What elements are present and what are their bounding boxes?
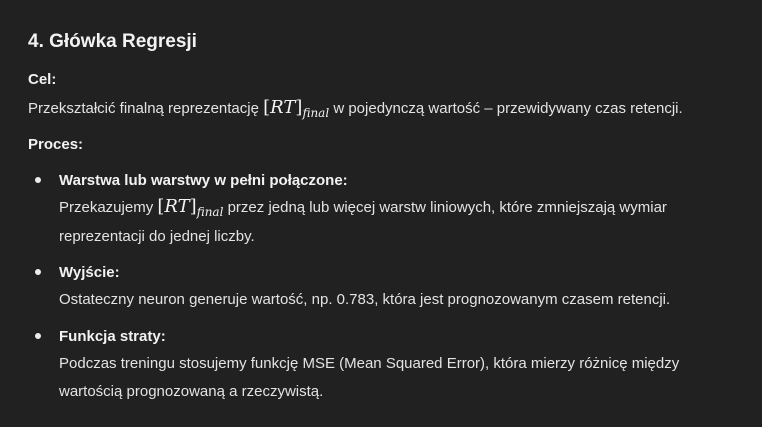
bullet-icon	[35, 269, 41, 275]
goal-paragraph: Przekształcić finalną reprezentację [RT]…	[28, 97, 683, 120]
item-text: Podczas treningu stosujemy funkcję MSE (…	[59, 355, 680, 372]
goal-math-base: RT	[270, 97, 296, 118]
goal-math: [RT]final	[263, 97, 330, 120]
item-text-line2: reprezentacji do jednej liczby.	[59, 228, 255, 245]
goal-math-sub: final	[302, 106, 330, 120]
item-text-line2: wartością prognozowaną a rzeczywistą.	[59, 383, 324, 400]
item-math-base: RT	[164, 196, 190, 217]
section-heading: 4. Główka Regresji	[28, 31, 197, 52]
item-text: Przekazujemy [RT]final przez jedną lub w…	[59, 196, 667, 219]
item-text-before: Przekazujemy	[59, 199, 154, 216]
bullet-icon	[35, 333, 41, 339]
process-label: Proces:	[28, 136, 84, 153]
bullet-icon	[35, 177, 41, 183]
item-title: Warstwa lub warstwy w pełni połączone:	[59, 172, 348, 189]
item-title: Funkcja straty:	[59, 328, 166, 345]
item-text-after: przez jedną lub więcej warstw liniowych,…	[227, 199, 667, 216]
goal-label: Cel:	[28, 71, 57, 88]
goal-text-after: w pojedynczą wartość – przewidywany czas…	[333, 100, 683, 117]
goal-text-before: Przekształcić finalną reprezentację	[28, 100, 259, 117]
item-title: Wyjście:	[59, 264, 120, 281]
item-math: [RT]final	[157, 196, 224, 219]
item-text: Ostateczny neuron generuje wartość, np. …	[59, 291, 671, 308]
item-math-sub: final	[196, 205, 224, 219]
